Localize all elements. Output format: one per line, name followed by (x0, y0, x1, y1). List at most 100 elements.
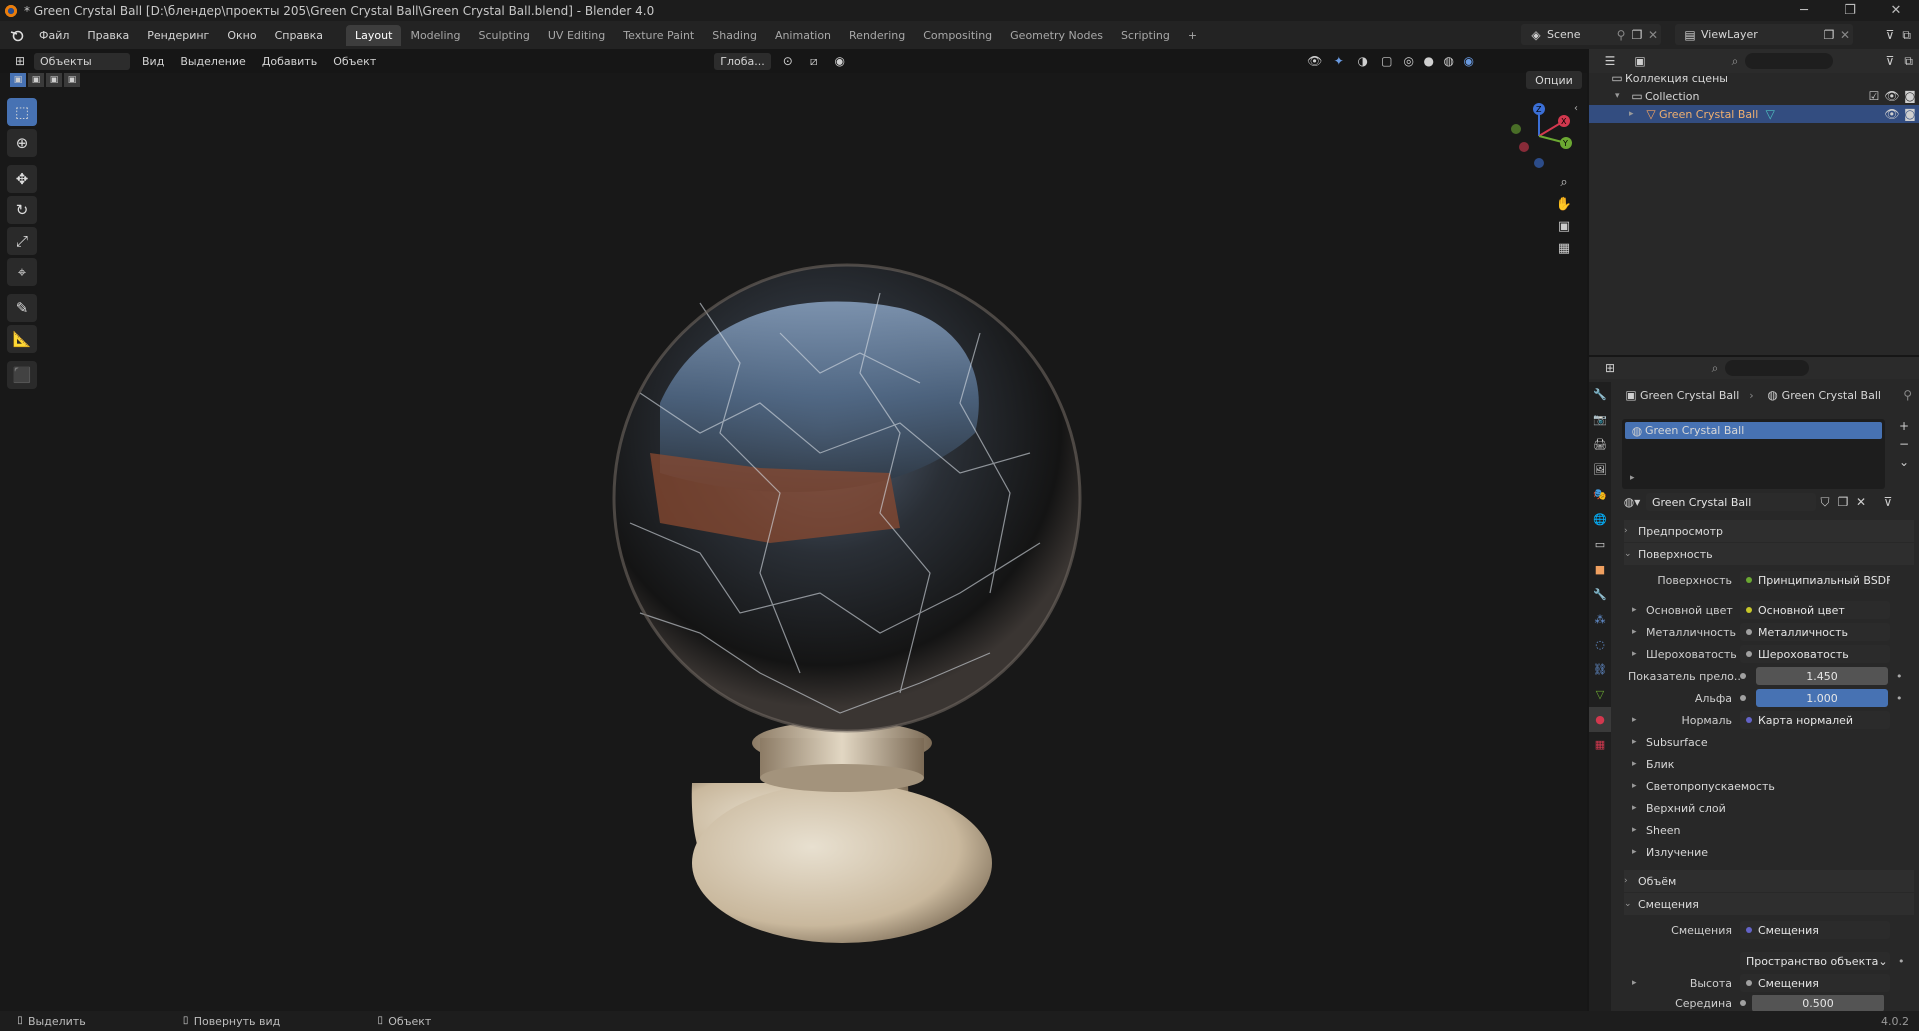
tab-rendering[interactable]: Rendering (840, 25, 914, 46)
unlink-material-icon[interactable]: ✕ (1852, 496, 1870, 508)
section-surface[interactable]: ⌄ Поверхность (1624, 543, 1914, 565)
measure-tool-icon[interactable]: 📐 (7, 325, 37, 353)
outliner-filter-icon[interactable]: ⊽ (1886, 55, 1895, 67)
outliner-row-object[interactable]: ▸ ▽ Green Crystal Ball ▽ 👁 ◙ (1589, 105, 1919, 123)
surface-shader-field[interactable]: Принципиальный BSDF (1740, 571, 1890, 589)
view-layer-selector[interactable]: ▤ ViewLayer ❐ ✕ (1675, 24, 1853, 45)
menu-window[interactable]: Окно (218, 29, 265, 42)
tab-shading[interactable]: Shading (703, 25, 766, 46)
pin-icon[interactable]: ⚲ (1613, 29, 1629, 41)
material-name-field[interactable]: Green Crystal Ball (1646, 493, 1816, 511)
scene-selector[interactable]: ◈ Scene ⚲ ❐ ✕ (1521, 24, 1661, 45)
select-box-tool-icon[interactable]: ⬚ (7, 98, 37, 126)
orientation-dropdown[interactable]: Глоба... (714, 52, 771, 70)
perspective-grid-icon[interactable]: ▦ (1553, 237, 1575, 259)
menu-render[interactable]: Рендеринг (138, 29, 218, 42)
material-shading-icon[interactable]: ◍ (1439, 55, 1459, 67)
add-workspace-button[interactable]: + (1179, 25, 1206, 46)
tab-scripting[interactable]: Scripting (1112, 25, 1179, 46)
normal-expand-icon[interactable]: ▸ (1632, 715, 1646, 725)
tab-sculpting[interactable]: Sculpting (470, 25, 539, 46)
menu-help[interactable]: Справка (266, 29, 332, 42)
blender-menu-icon[interactable] (4, 28, 30, 42)
midlevel-field[interactable]: 0.500 (1752, 995, 1884, 1011)
subpanel-sheen[interactable]: ▸ Sheen (1632, 820, 1912, 840)
new-window-icon[interactable]: ⧉ (1902, 25, 1911, 44)
solid-shading-icon[interactable]: ● (1419, 55, 1439, 67)
outliner-row-scene-collection[interactable]: ▭ Коллекция сцены (1589, 69, 1919, 87)
remove-slot-icon[interactable]: − (1896, 438, 1912, 450)
expand-object-icon[interactable]: ▸ (1629, 109, 1643, 119)
menu-file[interactable]: Файл (30, 29, 78, 42)
annotate-tool-icon[interactable]: ✎ (7, 294, 37, 322)
snap-icon[interactable]: ⧄ (801, 55, 827, 67)
tab-compositing[interactable]: Compositing (914, 25, 1001, 46)
height-expand-icon[interactable]: ▸ (1632, 978, 1646, 988)
data-tab-icon[interactable]: ▽ (1589, 682, 1611, 707)
overlay-icon[interactable]: ◑ (1351, 55, 1375, 67)
roughness-field[interactable]: Шероховатость (1740, 645, 1890, 663)
physics-tab-icon[interactable]: ◌ (1589, 632, 1611, 657)
outliner-editor-icon[interactable]: ☰ (1595, 55, 1625, 67)
scale-tool-icon[interactable]: ⤢ (7, 227, 37, 255)
constraints-tab-icon[interactable]: ⛓ (1589, 657, 1611, 682)
render-tab-icon[interactable]: 📷 (1589, 407, 1611, 432)
menu-view[interactable]: Вид (134, 53, 172, 70)
cursor-tool-icon[interactable]: ⊕ (7, 129, 37, 157)
properties-editor-icon[interactable]: ⊞ (1595, 362, 1625, 374)
camera-view-icon[interactable]: ▣ (1553, 215, 1575, 237)
rotate-tool-icon[interactable]: ↻ (7, 196, 37, 224)
menu-add[interactable]: Добавить (254, 53, 325, 70)
space-dropdown[interactable]: Пространство объекта ⌄ (1740, 952, 1890, 970)
close-button[interactable]: ✕ (1873, 3, 1919, 18)
alpha-keyframe-icon[interactable]: • (1896, 692, 1903, 705)
alpha-field[interactable]: 1.000 (1756, 689, 1888, 707)
move-tool-icon[interactable]: ✥ (7, 165, 37, 193)
3d-viewport[interactable]: Z X Y ⌕ ✋ ▣ ▦ ‹ (0, 73, 1587, 1011)
proportional-edit-icon[interactable]: ◉ (827, 55, 853, 67)
material-filter-icon[interactable]: ⊽ (1876, 496, 1900, 508)
delete-view-layer-icon[interactable]: ✕ (1837, 29, 1853, 41)
zoom-icon[interactable]: ⌕ (1553, 171, 1575, 193)
material-tab-icon[interactable]: ● (1589, 707, 1611, 732)
displacement-field[interactable]: Смещения (1740, 921, 1890, 939)
maximize-button[interactable]: ❐ (1827, 3, 1873, 18)
browse-material-icon[interactable]: ◍▾ (1620, 496, 1644, 508)
object-camera-icon[interactable]: ◙ (1901, 108, 1919, 120)
menu-select[interactable]: Выделение (172, 53, 254, 70)
collection-tab-icon[interactable]: ▭ (1589, 532, 1611, 557)
subpanel-coat[interactable]: ▸ Верхний слой (1632, 798, 1912, 818)
metallic-field[interactable]: Металличность (1740, 623, 1890, 641)
roughness-expand-icon[interactable]: ▸ (1632, 649, 1646, 659)
new-view-layer-icon[interactable]: ❐ (1821, 29, 1837, 41)
world-tab-icon[interactable]: 🌐 (1589, 507, 1611, 532)
metallic-expand-icon[interactable]: ▸ (1632, 627, 1646, 637)
modifier-tab-icon[interactable]: 🔧 (1589, 582, 1611, 607)
gizmo-toggle-icon[interactable]: ✦ (1327, 55, 1351, 67)
tab-texture-paint[interactable]: Texture Paint (614, 25, 703, 46)
new-scene-icon[interactable]: ❐ (1629, 29, 1645, 41)
wireframe-shading-icon[interactable]: ◎ (1399, 55, 1419, 67)
duplicate-material-icon[interactable]: ❐ (1834, 496, 1852, 508)
slot-menu-icon[interactable]: ⌄ (1896, 456, 1912, 468)
filter-icon[interactable]: ⊽ (1886, 25, 1895, 44)
collection-checkbox-icon[interactable]: ☑ (1865, 90, 1883, 102)
section-displacement[interactable]: ⌄ Смещения (1624, 893, 1914, 915)
menu-object[interactable]: Объект (325, 53, 384, 70)
transform-tool-icon[interactable]: ⌖ (7, 258, 37, 286)
display-mode-icon[interactable]: ▣ (1625, 55, 1655, 67)
options-dropdown[interactable]: Опции (1526, 71, 1582, 89)
texture-tab-icon[interactable]: ▦ (1589, 732, 1611, 757)
menu-edit[interactable]: Правка (78, 29, 138, 42)
subpanel-subsurface[interactable]: ▸ Subsurface (1632, 732, 1912, 752)
ior-field[interactable]: 1.450 (1756, 667, 1888, 685)
output-tab-icon[interactable]: 🖨 (1589, 432, 1611, 457)
section-preview[interactable]: › Предпросмотр (1624, 520, 1914, 542)
navigation-gizmo[interactable]: Z X Y (1504, 101, 1574, 171)
subpanel-specular[interactable]: ▸ Блик (1632, 754, 1912, 774)
new-collection-icon[interactable]: ⧉ (1904, 55, 1913, 67)
editor-type-icon[interactable]: ⊞ (6, 55, 34, 67)
pivot-icon[interactable]: ⊙ (775, 55, 801, 67)
object-eye-icon[interactable]: 👁 (1883, 108, 1901, 120)
expand-collection-icon[interactable]: ▾ (1615, 91, 1629, 101)
